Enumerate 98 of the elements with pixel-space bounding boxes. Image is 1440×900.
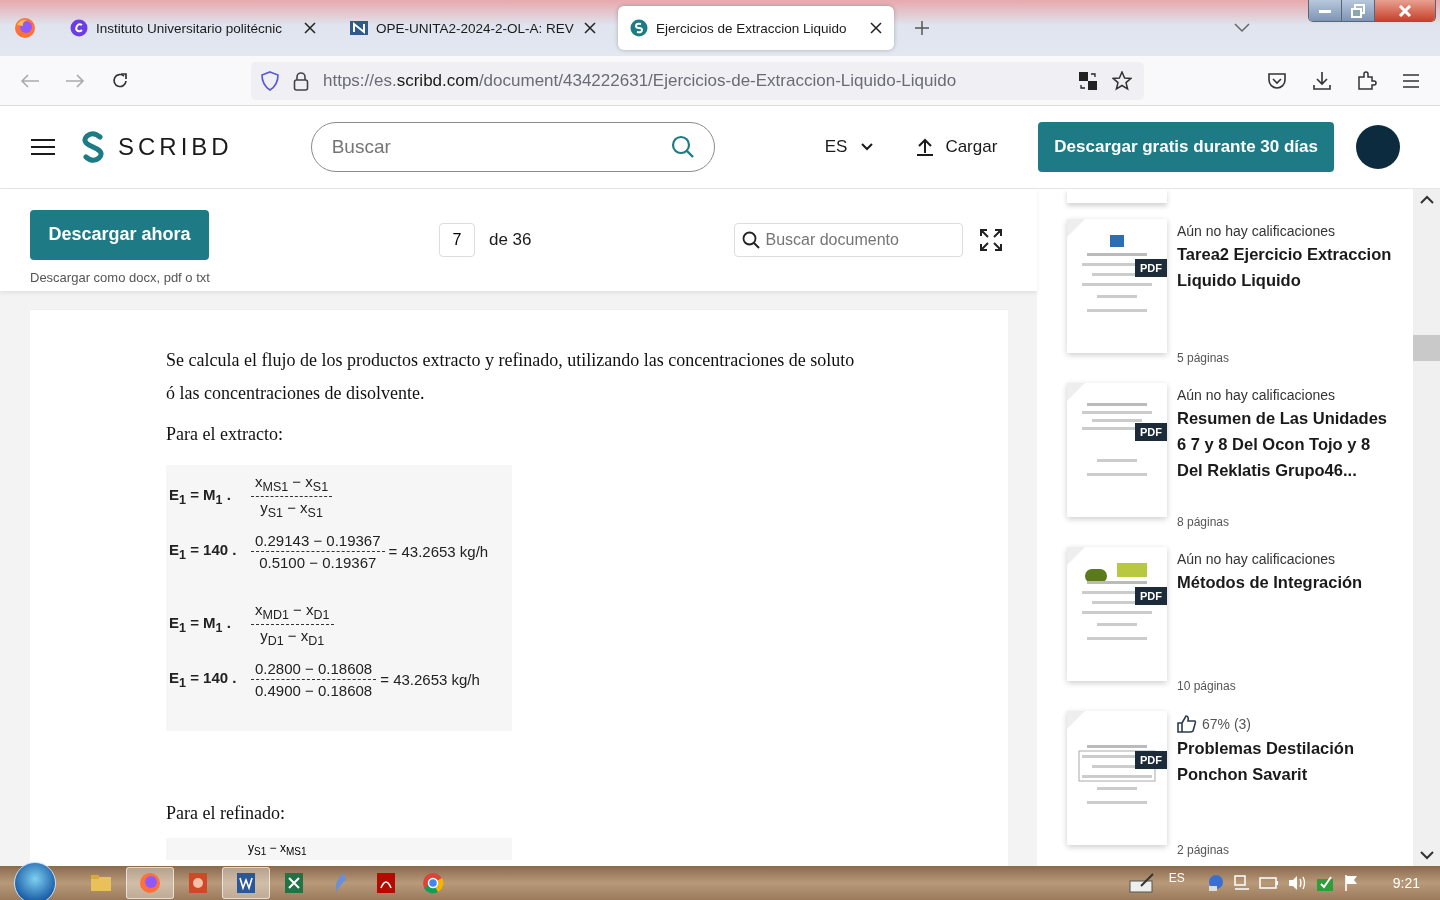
download-note: Descargar como docx, pdf o txt [30, 269, 210, 285]
rating-text: Aún no hay calificaciones [1177, 551, 1335, 567]
search-field[interactable]: Buscar [310, 122, 715, 172]
search-icon[interactable] [742, 231, 761, 249]
spreadsheet-app-icon[interactable] [284, 872, 304, 894]
word-icon [236, 872, 256, 894]
browser-tab[interactable]: Ejercicios de Extraccion Liquido [618, 6, 894, 50]
shield-icon[interactable] [261, 70, 279, 91]
paragraph: Para el extracto: [166, 423, 284, 446]
pdf-badge: PDF [1135, 587, 1167, 605]
chevron-up-icon[interactable] [1419, 195, 1434, 205]
denominator: 0.5100 − 0.19367 [259, 553, 377, 571]
lock-icon[interactable] [293, 70, 309, 91]
document-title-link[interactable]: Métodos de Integración [1177, 569, 1392, 595]
upload-button[interactable]: Cargar [909, 136, 1004, 158]
upload-icon [915, 137, 936, 157]
numerator: y$_{S1}$ − x$_{MS1}$ [248, 841, 307, 855]
numerator: 0.29143 − 0.19367 [251, 532, 385, 552]
rating-text: Aún no hay calificaciones [1177, 387, 1335, 403]
pdf-app-icon[interactable] [376, 872, 396, 894]
language-selector[interactable]: ES [818, 136, 880, 158]
minimize-button[interactable] [1309, 0, 1342, 21]
translate-icon[interactable] [1078, 70, 1098, 91]
tab-title: Ejercicios de Extraccion Liquido [656, 20, 848, 36]
numerator: x$_{MS1}$ − x$_{S1}$ [251, 473, 333, 497]
network-icon[interactable] [1206, 874, 1225, 892]
page-total: de 36 [488, 230, 532, 250]
download-icon[interactable] [1312, 70, 1332, 91]
document-title-link[interactable]: Resumen de Las Unidades 6 7 y 8 Del Ocon Tojo y 8 Del Reklatis Grupo46... [1177, 405, 1392, 483]
tab-title: Instituto Universitario politécnic [96, 20, 284, 36]
close-button[interactable] [1375, 0, 1435, 21]
thumbs-up-icon [1177, 715, 1197, 733]
star-icon[interactable] [1112, 70, 1132, 91]
page-count: 10 páginas [1177, 679, 1237, 693]
denominator: y$_{S1}$ − x$_{S1}$ [260, 498, 323, 520]
equation-result: = 43.2653 kg/h [380, 671, 480, 688]
pdf-badge: PDF [1135, 751, 1167, 769]
numerator: x$_{MD1}$ − x$_{D1}$ [251, 601, 334, 625]
rating-text: 67% (3) [1202, 716, 1252, 732]
firefox-icon[interactable] [14, 17, 36, 39]
page-count: 2 páginas [1177, 843, 1231, 857]
rating-text: Aún no hay calificaciones [1177, 223, 1335, 239]
pdf-badge: PDF [1135, 259, 1167, 277]
equation-lhs: E$_{1}$ = M$_{1}$ . [169, 486, 232, 507]
pdf-badge: PDF [1135, 423, 1167, 441]
close-icon[interactable] [304, 22, 316, 34]
scrollbar-thumb[interactable] [1413, 335, 1440, 361]
numerator: 0.2800 − 0.18608 [251, 660, 377, 680]
start-button[interactable] [14, 862, 56, 900]
site-icon [70, 19, 88, 37]
monitor-icon[interactable] [1232, 874, 1251, 892]
speaker-icon[interactable] [1286, 874, 1307, 892]
paragraph: Para el refinado: [166, 802, 286, 825]
download-button[interactable]: Descargar ahora [30, 209, 209, 260]
denominator: 0.4900 − 0.18608 [255, 681, 373, 699]
chevron-down-icon[interactable] [1419, 850, 1434, 860]
paragraph: Se calcula el flujo de los productos extracto y refinado, utilizando las concentraciones de soluto ó las concentraciones de disolvente. [166, 349, 856, 405]
close-icon[interactable] [870, 22, 882, 34]
restore-icon [1351, 3, 1365, 18]
puzzle-icon[interactable] [1357, 70, 1377, 91]
chrome-icon[interactable] [422, 872, 444, 894]
page-count: 8 páginas [1177, 515, 1231, 529]
equation-result: = 43.2653 kg/h [388, 543, 489, 560]
logo-text[interactable]: SCRIBD [118, 133, 233, 161]
pocket-icon[interactable] [1267, 71, 1287, 90]
equation-lhs: E$_{1}$ = M$_{1}$ . [169, 614, 232, 635]
site-icon [630, 19, 648, 37]
document-search-field[interactable]: Buscar documento [734, 223, 964, 257]
firefox-icon [139, 872, 161, 894]
chevron-down-icon [861, 143, 874, 151]
site-icon [350, 19, 368, 37]
new-tab-icon[interactable] [914, 20, 930, 36]
equation-lhs: E$_{1}$ = 140 . [169, 541, 238, 562]
tab-title: OPE-UNITA2-2024-2-OL-A: REV [376, 20, 575, 36]
url-text: https://es.scribd.com/document/434222631/Ejercicios-de-Extraccion-Liquido-Liquido [323, 70, 957, 91]
page-count: 5 páginas [1177, 351, 1231, 365]
fullscreen-icon[interactable] [980, 229, 1003, 251]
browser-taskbar-button[interactable] [126, 867, 174, 899]
document-title-link[interactable]: Problemas Destilación Ponchon Savarit [1177, 735, 1392, 787]
word-taskbar-button[interactable] [222, 867, 270, 899]
equation-lhs: E$_{1}$ = 140 . [169, 669, 238, 690]
browser-tab[interactable]: Instituto Universitario politécnic [58, 6, 328, 50]
document-title-link[interactable]: Tarea2 Ejercicio Extraccion Liquido Liquido [1177, 241, 1392, 293]
close-icon[interactable] [584, 22, 596, 34]
logo-icon[interactable] [80, 131, 106, 163]
denominator: y$_{D1}$ − x$_{D1}$ [260, 626, 325, 648]
avatar[interactable] [1355, 125, 1400, 169]
address-bar[interactable]: https://es.scribd.com/document/434222631/Ejercicios-de-Extraccion-Liquido-Liquido [251, 61, 1144, 100]
scrollbar[interactable] [1413, 189, 1440, 866]
battery-icon[interactable] [1258, 876, 1279, 890]
browser-tab[interactable]: OPE-UNITA2-2024-2-OL-A: REV [338, 6, 608, 50]
restore-button[interactable] [1342, 0, 1375, 21]
slides-app-icon[interactable] [188, 872, 208, 894]
pen-tablet-icon[interactable] [1128, 873, 1155, 893]
page-number-field[interactable]: 7 [438, 223, 475, 257]
menu-icon[interactable] [30, 138, 56, 156]
free-trial-button[interactable]: Descargar gratis durante 30 días [1038, 122, 1334, 172]
close-icon [1398, 4, 1412, 17]
